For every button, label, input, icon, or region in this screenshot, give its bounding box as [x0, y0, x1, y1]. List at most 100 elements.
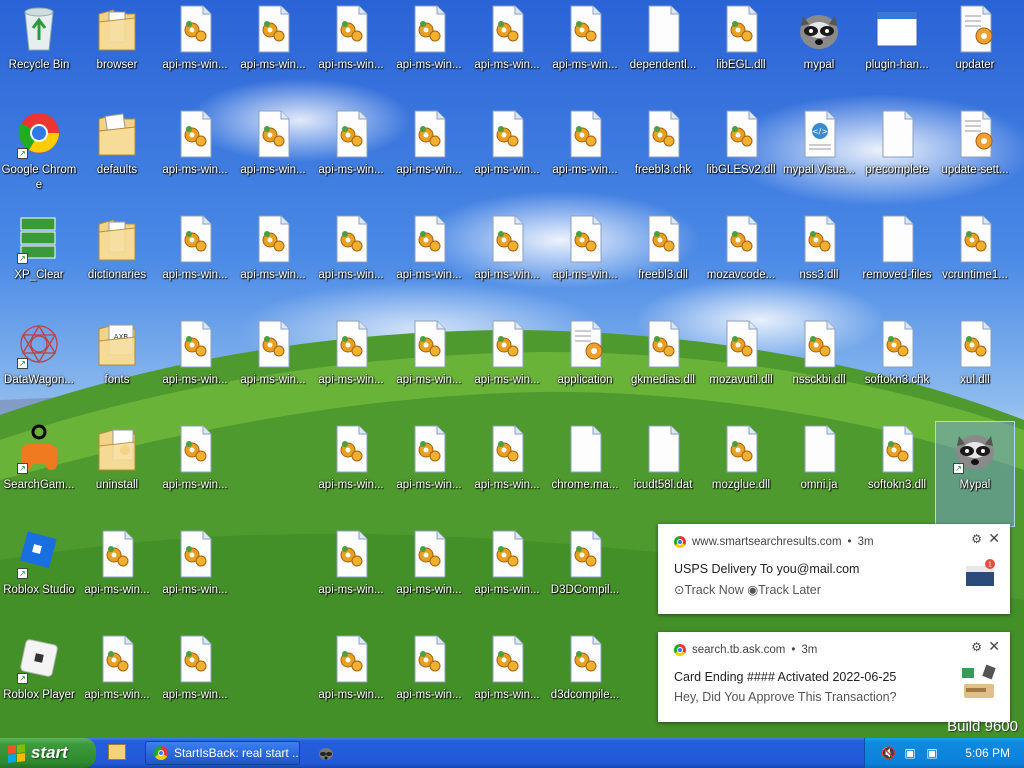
desktop-icon[interactable]: api-ms-win...: [468, 212, 546, 316]
desktop-icon[interactable]: defaults: [78, 107, 156, 211]
desktop-icon[interactable]: api-ms-win...: [312, 212, 390, 316]
notification-actions[interactable]: ⊙Track Now ◉Track Later: [674, 582, 821, 597]
start-button[interactable]: start: [0, 738, 96, 768]
desktop-icon[interactable]: update-sett...: [936, 107, 1014, 211]
desktop-icon[interactable]: api-ms-win...: [390, 317, 468, 421]
desktop-icon-label: application: [557, 374, 613, 386]
desktop-icon[interactable]: api-ms-win...: [312, 527, 390, 631]
desktop-icon[interactable]: browser: [78, 2, 156, 106]
desktop-icon[interactable]: api-ms-win...: [156, 632, 234, 736]
desktop-icon[interactable]: api-ms-win...: [234, 2, 312, 106]
desktop-icon[interactable]: softokn3.dll: [858, 422, 936, 526]
desktop-icon[interactable]: gkmedias.dll: [624, 317, 702, 421]
desktop-icon[interactable]: api-ms-win...: [390, 422, 468, 526]
desktop-icon[interactable]: Recycle Bin: [0, 2, 78, 106]
desktop-icon[interactable]: d3dcompile...: [546, 632, 624, 736]
desktop-icon[interactable]: api-ms-win...: [468, 632, 546, 736]
dll-file-icon: [563, 109, 607, 159]
desktop-icon[interactable]: removed-files: [858, 212, 936, 316]
desktop-icon[interactable]: api-ms-win...: [234, 317, 312, 421]
desktop-icon[interactable]: freebl3.dll: [624, 212, 702, 316]
desktop-icon[interactable]: api-ms-win...: [234, 107, 312, 211]
desktop-icon[interactable]: mypal: [780, 2, 858, 106]
desktop-icon[interactable]: chrome.ma...: [546, 422, 624, 526]
desktop-icon[interactable]: api-ms-win...: [78, 527, 156, 631]
network-warning-icon[interactable]: ▣: [925, 746, 939, 760]
desktop-icon[interactable]: api-ms-win...: [234, 212, 312, 316]
desktop-icon[interactable]: application: [546, 317, 624, 421]
desktop-icon[interactable]: api-ms-win...: [312, 422, 390, 526]
desktop-icon-label: api-ms-win...: [318, 374, 384, 386]
desktop-icon[interactable]: api-ms-win...: [390, 527, 468, 631]
desktop-icon[interactable]: D3DCompil...: [546, 527, 624, 631]
explorer-quicklaunch-icon[interactable]: [108, 744, 126, 760]
desktop-icon[interactable]: nss3.dll: [780, 212, 858, 316]
close-icon[interactable]: ✕: [988, 530, 1000, 547]
desktop-icon-label: softokn3.chk: [864, 374, 930, 386]
desktop-icon[interactable]: mozavutil.dll: [702, 317, 780, 421]
desktop-icon[interactable]: dependentl...: [624, 2, 702, 106]
gear-icon[interactable]: ⚙: [971, 532, 982, 546]
dll-file-icon: [953, 319, 997, 369]
desktop-icon[interactable]: ↗ Mypal: [935, 421, 1015, 527]
desktop-icon[interactable]: vcruntime1...: [936, 212, 1014, 316]
desktop-icon[interactable]: ↗ XP_Clear: [0, 212, 78, 316]
desktop-icon[interactable]: api-ms-win...: [390, 632, 468, 736]
desktop-icon[interactable]: api-ms-win...: [312, 2, 390, 106]
desktop-icon[interactable]: xul.dll: [936, 317, 1014, 421]
close-icon[interactable]: ✕: [988, 638, 1000, 655]
desktop-icon[interactable]: api-ms-win...: [468, 317, 546, 421]
desktop-icon[interactable]: icudt58l.dat: [624, 422, 702, 526]
desktop[interactable]: Recycle Bin browser api-ms-win... api-ms-wi…: [0, 0, 1024, 738]
desktop-icon[interactable]: api-ms-win...: [156, 2, 234, 106]
clock[interactable]: 5:06 PM: [965, 746, 1010, 760]
desktop-icon[interactable]: </> mypal.Visua...: [780, 107, 858, 211]
desktop-icon[interactable]: mozavcode...: [702, 212, 780, 316]
mypal-taskbar-icon[interactable]: [318, 745, 334, 761]
desktop-icon[interactable]: precomplete: [858, 107, 936, 211]
desktop-icon[interactable]: mozglue.dll: [702, 422, 780, 526]
desktop-icon[interactable]: ↗ DataWagon...: [0, 317, 78, 421]
notification-usps[interactable]: www.smartsearchresults.com • 3m ⚙ ✕ USPS…: [658, 524, 1010, 614]
desktop-icon[interactable]: libGLESv2.dll: [702, 107, 780, 211]
network-icon[interactable]: ▣: [903, 746, 917, 760]
desktop-icon[interactable]: api-ms-win...: [546, 2, 624, 106]
desktop-icon[interactable]: ↗ Roblox Player: [0, 632, 78, 736]
volume-muted-icon[interactable]: 🔇: [881, 746, 896, 760]
dll-file-icon: [329, 424, 373, 474]
desktop-icon[interactable]: api-ms-win...: [390, 212, 468, 316]
desktop-icon[interactable]: api-ms-win...: [390, 2, 468, 106]
desktop-icon[interactable]: ↗ Google Chrome: [0, 107, 78, 211]
desktop-icon[interactable]: api-ms-win...: [156, 212, 234, 316]
desktop-icon[interactable]: api-ms-win...: [156, 107, 234, 211]
desktop-icon[interactable]: api-ms-win...: [390, 107, 468, 211]
desktop-icon[interactable]: uninstall: [78, 422, 156, 526]
desktop-icon[interactable]: api-ms-win...: [312, 632, 390, 736]
desktop-icon[interactable]: api-ms-win...: [156, 317, 234, 421]
desktop-icon[interactable]: api-ms-win...: [546, 107, 624, 211]
desktop-icon[interactable]: nssckbi.dll: [780, 317, 858, 421]
desktop-icon[interactable]: api-ms-win...: [468, 107, 546, 211]
desktop-icon[interactable]: softokn3.chk: [858, 317, 936, 421]
desktop-icon[interactable]: api-ms-win...: [312, 317, 390, 421]
desktop-icon[interactable]: omni.ja: [780, 422, 858, 526]
desktop-icon[interactable]: dictionaries: [78, 212, 156, 316]
desktop-icon[interactable]: api-ms-win...: [468, 2, 546, 106]
desktop-icon[interactable]: api-ms-win...: [156, 422, 234, 526]
desktop-icon[interactable]: ↗ SearchGam...: [0, 422, 78, 526]
desktop-icon[interactable]: api-ms-win...: [468, 527, 546, 631]
notification-card[interactable]: search.tb.ask.com • 3m ⚙ ✕ Card Ending #…: [658, 632, 1010, 722]
desktop-icon[interactable]: plugin-han...: [858, 2, 936, 106]
desktop-icon[interactable]: AXB fonts: [78, 317, 156, 421]
desktop-icon[interactable]: api-ms-win...: [546, 212, 624, 316]
desktop-icon[interactable]: libEGL.dll: [702, 2, 780, 106]
desktop-icon[interactable]: api-ms-win...: [156, 527, 234, 631]
desktop-icon[interactable]: ↗ Roblox Studio: [0, 527, 78, 631]
desktop-icon[interactable]: freebl3.chk: [624, 107, 702, 211]
desktop-icon[interactable]: api-ms-win...: [468, 422, 546, 526]
taskbar-button-chrome[interactable]: StartIsBack: real start ...: [145, 741, 300, 765]
desktop-icon[interactable]: updater: [936, 2, 1014, 106]
gear-icon[interactable]: ⚙: [971, 640, 982, 654]
desktop-icon[interactable]: api-ms-win...: [78, 632, 156, 736]
desktop-icon[interactable]: api-ms-win...: [312, 107, 390, 211]
